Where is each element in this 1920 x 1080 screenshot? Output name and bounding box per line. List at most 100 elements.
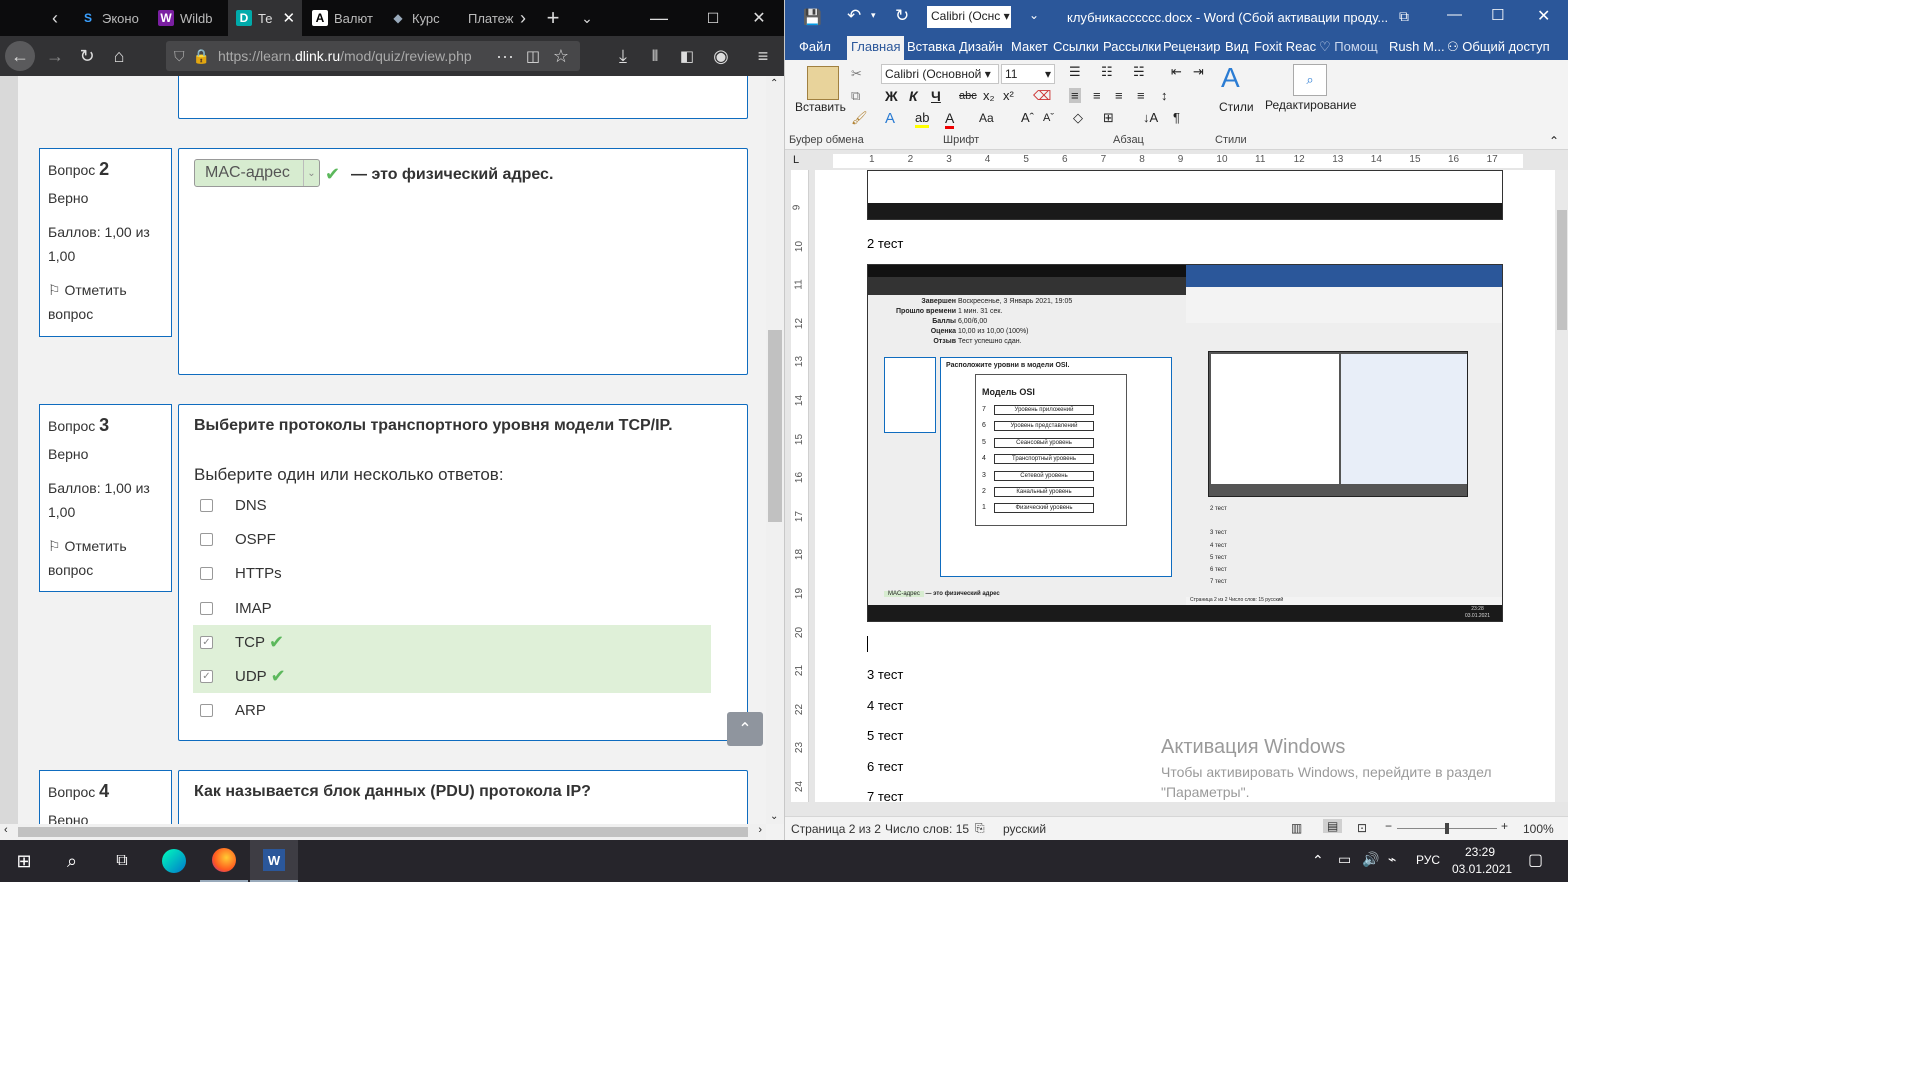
tab-view[interactable]: Вид: [1225, 39, 1249, 54]
scroll-left-icon[interactable]: ‹: [4, 824, 8, 836]
home-icon[interactable]: ⌂: [104, 41, 134, 71]
minimize-icon[interactable]: —: [644, 3, 674, 33]
checkbox[interactable]: [200, 703, 213, 717]
vertical-scrollbar[interactable]: ⌃ ⌄: [766, 76, 784, 824]
zoom-level[interactable]: 100%: [1523, 822, 1554, 836]
format-painter-icon[interactable]: 🖌: [851, 110, 868, 126]
highlight-icon[interactable]: ab: [915, 110, 930, 128]
font-color-icon[interactable]: A: [945, 110, 955, 129]
user-name[interactable]: Rush M...: [1389, 39, 1445, 54]
doc-line-4[interactable]: 4 тест: [867, 698, 903, 713]
styles-icon[interactable]: A: [1221, 62, 1240, 94]
bookmark-star-icon[interactable]: ☆: [546, 41, 576, 71]
page-actions-icon[interactable]: ···: [490, 41, 520, 71]
battery-icon[interactable]: ▭: [1338, 851, 1351, 868]
cut-icon[interactable]: ✂: [851, 66, 862, 82]
change-case-icon[interactable]: Aa: [979, 111, 994, 125]
checkbox-checked[interactable]: ✓: [200, 669, 213, 683]
justify-icon[interactable]: ≡: [1137, 88, 1145, 103]
list-tabs-icon[interactable]: ⌄: [572, 3, 602, 33]
option-imap[interactable]: IMAP: [193, 591, 711, 625]
close-window-icon[interactable]: ✕: [1537, 6, 1550, 26]
clock[interactable]: 23:29 03.01.2021: [1452, 844, 1512, 878]
tabs-scroll-right-icon[interactable]: ›: [508, 3, 538, 33]
shield-icon[interactable]: ⛉: [174, 48, 185, 65]
checkbox[interactable]: [200, 566, 213, 580]
tab-layout[interactable]: Макет: [1011, 39, 1048, 54]
save-icon[interactable]: 💾: [803, 8, 822, 26]
doc-line-5[interactable]: 5 тест: [867, 728, 903, 743]
tab-foxit[interactable]: Foxit Reac: [1254, 39, 1316, 54]
undo-icon[interactable]: ↶: [847, 6, 861, 26]
account-icon[interactable]: ◉: [706, 41, 736, 71]
bold-button[interactable]: Ж: [885, 88, 898, 104]
underline-button[interactable]: Ч: [931, 88, 941, 104]
strikethrough-button[interactable]: abc: [959, 90, 977, 102]
tab-4[interactable]: A Валют: [304, 0, 380, 36]
edge-button[interactable]: [150, 840, 198, 882]
paste-button[interactable]: Вставить: [795, 100, 846, 114]
find-icon[interactable]: ⌕: [1293, 64, 1327, 96]
document-scroll-thumb[interactable]: [1557, 210, 1567, 330]
share-button[interactable]: ⚇ Общий доступ: [1447, 39, 1550, 55]
reload-icon[interactable]: ↻: [72, 41, 102, 71]
increase-indent-icon[interactable]: ⇥: [1193, 64, 1204, 80]
print-layout-icon[interactable]: ▤: [1323, 819, 1343, 833]
volume-icon[interactable]: 🔊: [1362, 851, 1379, 868]
align-right-icon[interactable]: ≡: [1115, 88, 1123, 103]
search-button[interactable]: ⌕: [48, 840, 96, 882]
back-icon[interactable]: ←: [5, 41, 35, 71]
zoom-in-icon[interactable]: +: [1501, 819, 1508, 833]
pocket-icon[interactable]: ◫: [518, 41, 548, 71]
maximize-icon[interactable]: ☐: [698, 3, 728, 33]
proofing-icon[interactable]: ⎘: [975, 821, 985, 836]
option-tcp[interactable]: ✓ TCP ✔: [193, 625, 711, 659]
answer-select[interactable]: MAC-адрес ⌄: [194, 159, 320, 187]
task-view-button[interactable]: ⧉: [98, 840, 146, 882]
sort-icon[interactable]: ↓A: [1143, 110, 1158, 125]
option-arp[interactable]: ARP: [193, 693, 711, 727]
notifications-icon[interactable]: ▢: [1528, 850, 1543, 870]
new-tab-icon[interactable]: +: [538, 3, 568, 33]
scroll-up-icon[interactable]: ⌃: [770, 78, 778, 89]
grow-font-icon[interactable]: Aˆ: [1021, 110, 1034, 125]
close-window-icon[interactable]: ✕: [744, 3, 774, 33]
checkbox-checked[interactable]: ✓: [200, 635, 213, 649]
status-page[interactable]: Страница 2 из 2: [791, 822, 881, 836]
minimize-icon[interactable]: —: [1447, 6, 1462, 23]
language-indicator[interactable]: РУС: [1416, 853, 1440, 867]
tabs-scroll-left-icon[interactable]: ‹: [40, 3, 70, 33]
option-udp[interactable]: ✓ UDP ✔: [193, 659, 711, 693]
font-size-box[interactable]: 11 ▾: [1001, 64, 1055, 84]
embedded-screenshot-2[interactable]: Завершен Воскресенье, 3 Январь 2021, 19:…: [867, 264, 1503, 622]
tab-2[interactable]: W Wildb: [150, 0, 226, 36]
sidebar-icon[interactable]: ◧: [672, 41, 702, 71]
zoom-slider-thumb[interactable]: [1445, 823, 1449, 834]
numbering-icon[interactable]: ☷: [1101, 64, 1113, 80]
question-2-flag[interactable]: ⚐ Отметить вопрос: [48, 278, 163, 326]
doc-line-6[interactable]: 6 тест: [867, 759, 903, 774]
paragraph-mark-icon[interactable]: ¶: [1173, 110, 1180, 125]
shrink-font-icon[interactable]: Aˇ: [1043, 112, 1054, 124]
line-spacing-icon[interactable]: ↕: [1161, 88, 1168, 103]
doc-line-7[interactable]: 7 тест: [867, 789, 903, 804]
start-button[interactable]: ⊞: [0, 840, 48, 882]
tab-home[interactable]: Главная: [847, 36, 905, 60]
tab-design[interactable]: Дизайн: [959, 39, 1003, 54]
undo-dropdown-icon[interactable]: ▾: [871, 10, 876, 21]
tab-5[interactable]: ◆ Курс: [382, 0, 458, 36]
doc-line-3[interactable]: 3 тест: [867, 667, 903, 682]
hscroll-thumb[interactable]: [18, 827, 748, 837]
italic-button[interactable]: К: [909, 88, 918, 104]
multilevel-list-icon[interactable]: ☵: [1133, 64, 1145, 80]
read-mode-icon[interactable]: ▥: [1291, 821, 1302, 835]
superscript-button[interactable]: x²: [1003, 88, 1014, 103]
maximize-icon[interactable]: ☐: [1491, 6, 1504, 24]
option-ospf[interactable]: OSPF: [193, 522, 711, 556]
scroll-down-icon[interactable]: ⌄: [770, 811, 778, 822]
network-icon[interactable]: ⌁: [1388, 851, 1396, 868]
doc-line-2[interactable]: 2 тест: [867, 236, 903, 251]
shading-icon[interactable]: ◇: [1073, 110, 1083, 126]
option-dns[interactable]: DNS: [193, 488, 711, 522]
tell-me-search[interactable]: ♡ Помощ: [1319, 39, 1378, 55]
